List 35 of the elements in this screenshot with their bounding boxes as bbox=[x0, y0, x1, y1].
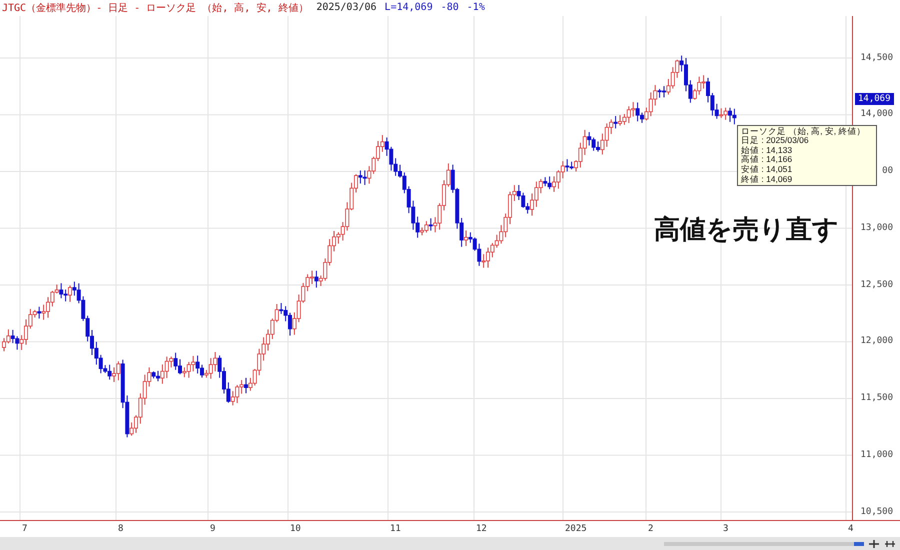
chart-title: JTGC（金標準先物）- 日足 - ローソク足 （始, 高, 安, 終値） bbox=[2, 2, 308, 15]
tooltip-line: 終値 : 14,069 bbox=[741, 174, 794, 184]
tooltip-line: 日足 : 2025/03/06 bbox=[741, 136, 810, 146]
price-tick-label: 12,500 bbox=[860, 280, 893, 290]
month-label: 12 bbox=[476, 524, 487, 534]
price-change: -80 bbox=[440, 2, 459, 14]
price-tick-label: 14,500 bbox=[860, 52, 893, 63]
last-price: L=14,069 bbox=[384, 2, 433, 14]
last-price-badge: 14,069 bbox=[855, 92, 894, 105]
month-label: 8 bbox=[118, 524, 124, 534]
month-label: 3 bbox=[723, 524, 728, 534]
price-tick-label: 12,000 bbox=[860, 336, 893, 346]
month-label: 9 bbox=[210, 524, 216, 534]
annotation-text: 高値を売り直す bbox=[654, 214, 839, 247]
zoom-in-icon[interactable] bbox=[868, 538, 880, 549]
tooltip-title: ローソク足 （始, 高, 安, 終値） bbox=[741, 126, 867, 136]
zoom-out-icon[interactable] bbox=[884, 538, 896, 549]
month-label: 2 bbox=[648, 524, 654, 534]
price-tick-label: 11,500 bbox=[860, 393, 893, 404]
percent-change: -1% bbox=[466, 2, 485, 14]
price-tick-label: 13,000 bbox=[860, 222, 893, 233]
price-tick-label: 00 bbox=[882, 166, 893, 176]
scrollbar[interactable] bbox=[664, 542, 864, 546]
chart-date: 2025/03/06 bbox=[316, 2, 377, 14]
month-label: 11 bbox=[390, 524, 401, 534]
month-label: 7 bbox=[22, 524, 28, 534]
tooltip-line: 安値 : 14,051 bbox=[741, 165, 794, 175]
price-tick-label: 10,500 bbox=[860, 506, 893, 517]
month-label: 10 bbox=[290, 524, 301, 534]
tooltip-line: 始値 : 14,133 bbox=[741, 146, 794, 155]
price-tick-label: 11,000 bbox=[860, 450, 893, 460]
month-label: 4 bbox=[848, 524, 854, 534]
tooltip-line: 高値 : 14,166 bbox=[741, 155, 794, 164]
price-tick-label: 14,000 bbox=[860, 109, 893, 120]
month-label: 2025 bbox=[565, 524, 587, 534]
